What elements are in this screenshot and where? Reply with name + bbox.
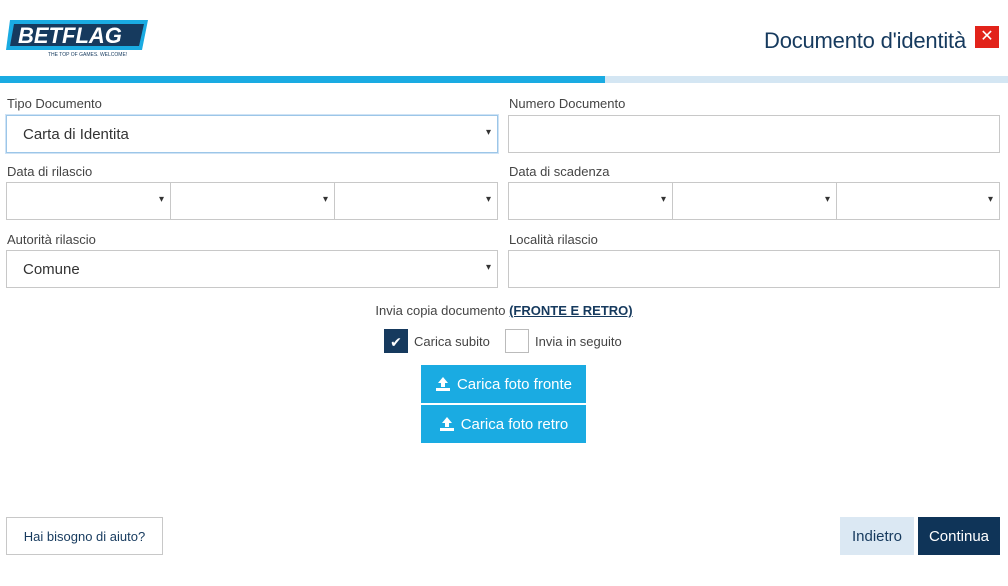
chevron-down-icon: ▾ <box>987 194 993 205</box>
numero-documento-label: Numero Documento <box>509 96 626 111</box>
chevron-down-icon: ▾ <box>824 194 830 205</box>
tipo-documento-value: Carta di Identita <box>23 126 129 143</box>
check-icon: ✔ <box>390 334 402 350</box>
autorita-rilascio-select[interactable]: Comune ▾ <box>6 250 498 288</box>
autorita-rilascio-label: Autorità rilascio <box>7 232 96 247</box>
betflag-logo: BETFLAG THE TOP OF GAMES. WELCOME! <box>6 16 152 58</box>
chevron-down-icon: ▾ <box>485 194 491 205</box>
carica-foto-retro-button[interactable]: Carica foto retro <box>421 405 586 443</box>
data-scadenza-label: Data di scadenza <box>509 164 610 179</box>
close-button[interactable]: ✕ <box>975 26 999 48</box>
carica-subito-label: Carica subito <box>414 334 490 349</box>
logo-tagline: THE TOP OF GAMES. WELCOME! <box>48 52 127 58</box>
fronte-retro-link[interactable]: (FRONTE E RETRO) <box>509 303 633 318</box>
continue-button[interactable]: Continua <box>918 517 1000 555</box>
upload-icon <box>435 377 450 391</box>
carica-foto-fronte-button[interactable]: Carica foto fronte <box>421 365 586 403</box>
invia-in-seguito-label: Invia in seguito <box>535 334 622 349</box>
data-rilascio-label: Data di rilascio <box>7 164 93 179</box>
progress-fill <box>0 76 605 83</box>
carica-subito-checkbox[interactable]: ✔ <box>384 329 408 353</box>
data-scadenza-year-select[interactable]: ▾ <box>836 182 1000 220</box>
page-title: Documento d'identità <box>764 28 966 53</box>
progress-bar <box>0 76 1008 83</box>
data-rilascio-month-select[interactable]: ▾ <box>170 182 335 220</box>
data-rilascio-group: ▾ ▾ ▾ <box>6 182 498 220</box>
invia-in-seguito-checkbox[interactable] <box>505 329 529 353</box>
data-rilascio-day-select[interactable]: ▾ <box>6 182 171 220</box>
chevron-down-icon: ▾ <box>322 194 328 205</box>
back-button[interactable]: Indietro <box>840 517 914 555</box>
numero-documento-input[interactable] <box>508 115 1000 153</box>
chevron-down-icon: ▾ <box>485 127 491 138</box>
data-scadenza-group: ▾ ▾ ▾ <box>508 182 1000 220</box>
help-button[interactable]: Hai bisogno di aiuto? <box>6 517 163 555</box>
autorita-rilascio-value: Comune <box>23 261 80 278</box>
data-rilascio-year-select[interactable]: ▾ <box>334 182 498 220</box>
logo-wordmark: BETFLAG <box>18 23 122 48</box>
chevron-down-icon: ▾ <box>485 262 491 273</box>
localita-rilascio-label: Località rilascio <box>509 232 598 247</box>
data-scadenza-month-select[interactable]: ▾ <box>672 182 837 220</box>
upload-note-text: Invia copia documento <box>375 303 510 318</box>
data-scadenza-day-select[interactable]: ▾ <box>508 182 673 220</box>
upload-instructions: Invia copia documento (FRONTE E RETRO) <box>0 303 1008 318</box>
tipo-documento-label: Tipo Documento <box>7 96 102 111</box>
localita-rilascio-input[interactable] <box>508 250 1000 288</box>
chevron-down-icon: ▾ <box>660 194 666 205</box>
close-icon: ✕ <box>980 28 994 45</box>
upload-icon <box>439 417 454 431</box>
chevron-down-icon: ▾ <box>158 194 164 205</box>
carica-foto-fronte-label: Carica foto fronte <box>456 375 573 393</box>
tipo-documento-select[interactable]: Carta di Identita ▾ <box>6 115 498 153</box>
carica-foto-retro-label: Carica foto retro <box>460 415 569 433</box>
